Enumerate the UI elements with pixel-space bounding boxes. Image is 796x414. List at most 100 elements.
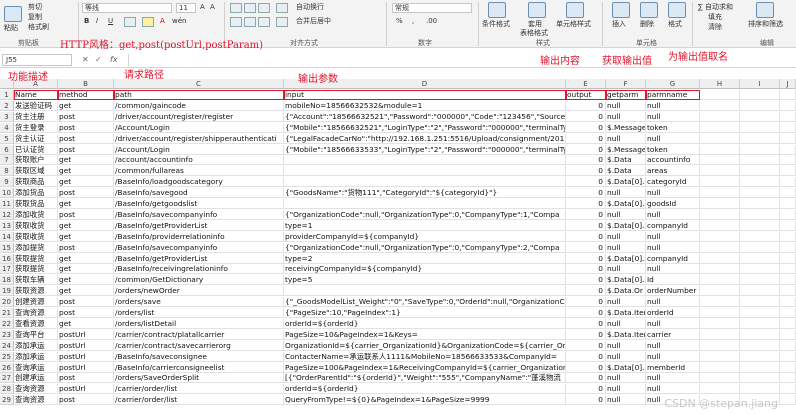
cell-g16[interactable]: companyId [646,253,700,264]
cell-d22[interactable]: orderId=${orderId} [284,318,566,329]
cell-j18[interactable] [780,275,796,286]
cell-j3[interactable] [780,111,796,122]
cell-f18[interactable]: $.Data[0].I [606,275,646,286]
cell-h6[interactable] [700,144,740,155]
cell-h19[interactable] [700,286,740,297]
cell-i3[interactable] [740,111,780,122]
row-header[interactable]: 1 [0,90,14,100]
percent-button[interactable]: % [396,17,403,26]
cell-i16[interactable] [740,253,780,264]
cell-j24[interactable] [780,340,796,351]
column-header-f[interactable]: F [606,79,646,89]
cell-g8[interactable]: areas [646,166,700,177]
cell-g25[interactable]: null [646,351,700,362]
cell-j28[interactable] [780,384,796,395]
cell-a2[interactable]: 发送验证码 [14,100,58,111]
cell-h21[interactable] [700,308,740,318]
cell-d27[interactable]: [{"OrderParentId":"${orderId}","Weight":… [284,373,566,384]
cell-d11[interactable] [284,199,566,209]
row-header[interactable]: 29 [0,395,14,406]
cell-a18[interactable]: 获取车辆 [14,275,58,286]
cell-c10[interactable]: /BaseInfo/savegood [114,188,284,199]
cell-d9[interactable] [284,177,566,188]
cell-h24[interactable] [700,340,740,351]
cell-b7[interactable]: get [58,155,114,166]
cell-a8[interactable]: 获取区域 [14,166,58,177]
column-header-b[interactable]: B [58,79,114,89]
sort-filter-button[interactable]: 排序和筛选 [748,20,783,29]
cell-e22[interactable]: 0 [566,318,606,329]
cell-e24[interactable]: 0 [566,340,606,351]
cell-h14[interactable] [700,231,740,242]
paste-button[interactable]: 粘贴 [4,24,18,33]
cell-a7[interactable]: 获取账户 [14,155,58,166]
cell-c18[interactable]: /common/GetDictionary [114,275,284,286]
cell-g9[interactable]: categoryId [646,177,700,188]
cell-e19[interactable]: 0 [566,286,606,297]
cell-j9[interactable] [780,177,796,188]
cell-h8[interactable] [700,166,740,177]
cell-h1[interactable] [700,90,740,100]
row-header[interactable]: 25 [0,351,14,362]
cell-c12[interactable]: /BaseInfo/savecompanyinfo [114,209,284,220]
cell-e1[interactable]: output [566,90,606,100]
cell-i28[interactable] [740,384,780,395]
cell-f23[interactable]: $.Data.Iter [606,329,646,340]
cell-b23[interactable]: postUrl [58,329,114,340]
cell-a21[interactable]: 查询资源 [14,308,58,318]
cell-b1[interactable]: method [58,90,114,100]
cell-d20[interactable]: {"_GoodsModelList_Weight":"0","SaveType"… [284,297,566,308]
row-header[interactable]: 24 [0,340,14,351]
align-right-icon[interactable] [258,17,270,27]
cell-b26[interactable]: postUrl [58,362,114,373]
cell-h15[interactable] [700,242,740,253]
cell-d21[interactable]: {"PageSize":10,"PageIndex":1} [284,308,566,318]
cell-f14[interactable]: null [606,231,646,242]
delete-button[interactable]: 删除 [640,20,654,29]
cell-b22[interactable]: get [58,318,114,329]
font-name-select[interactable]: 等线 [82,3,172,13]
cell-i11[interactable] [740,199,780,209]
table-format-icon[interactable] [528,2,546,18]
cell-g21[interactable]: orderId [646,308,700,318]
row-header[interactable]: 28 [0,384,14,395]
cell-j20[interactable] [780,297,796,308]
cell-c15[interactable]: /BaseInfo/savecompanyinfo [114,242,284,253]
cell-e18[interactable]: 0 [566,275,606,286]
cell-a17[interactable]: 获取提货 [14,264,58,275]
cell-h26[interactable] [700,362,740,373]
autosum-button[interactable]: ∑ 自动求和 [698,3,733,12]
cell-d5[interactable]: {"LegalFacadeCarNo":"http://192.168.1.25… [284,133,566,144]
cell-b27[interactable]: post [58,373,114,384]
cell-e26[interactable]: 0 [566,362,606,373]
cell-a28[interactable]: 查询资源 [14,384,58,395]
cell-i14[interactable] [740,231,780,242]
cell-i22[interactable] [740,318,780,329]
cell-g5[interactable]: null [646,133,700,144]
row-header[interactable]: 7 [0,155,14,166]
cell-b9[interactable]: get [58,177,114,188]
cell-e20[interactable]: 0 [566,297,606,308]
cell-c24[interactable]: /carrier/contract/savecarrierorg [114,340,284,351]
clear-button[interactable]: 清除 [708,23,722,32]
cell-j5[interactable] [780,133,796,144]
cell-i25[interactable] [740,351,780,362]
cell-j12[interactable] [780,209,796,220]
cell-j15[interactable] [780,242,796,253]
cell-i6[interactable] [740,144,780,155]
cell-i21[interactable] [740,308,780,318]
cell-i26[interactable] [740,362,780,373]
delete-icon[interactable] [640,2,658,18]
cell-i1[interactable] [740,90,780,100]
cell-e2[interactable]: 0 [566,100,606,111]
cell-c4[interactable]: /Account/Login [114,122,284,133]
cell-b8[interactable]: get [58,166,114,177]
cell-b18[interactable]: get [58,275,114,286]
cell-e4[interactable]: 0 [566,122,606,133]
cell-h23[interactable] [700,329,740,340]
cell-d28[interactable]: orderId=${orderId} [284,384,566,395]
cell-b28[interactable]: postUrl [58,384,114,395]
cell-b25[interactable]: postUrl [58,351,114,362]
cell-f5[interactable]: null [606,133,646,144]
cell-g4[interactable]: token [646,122,700,133]
